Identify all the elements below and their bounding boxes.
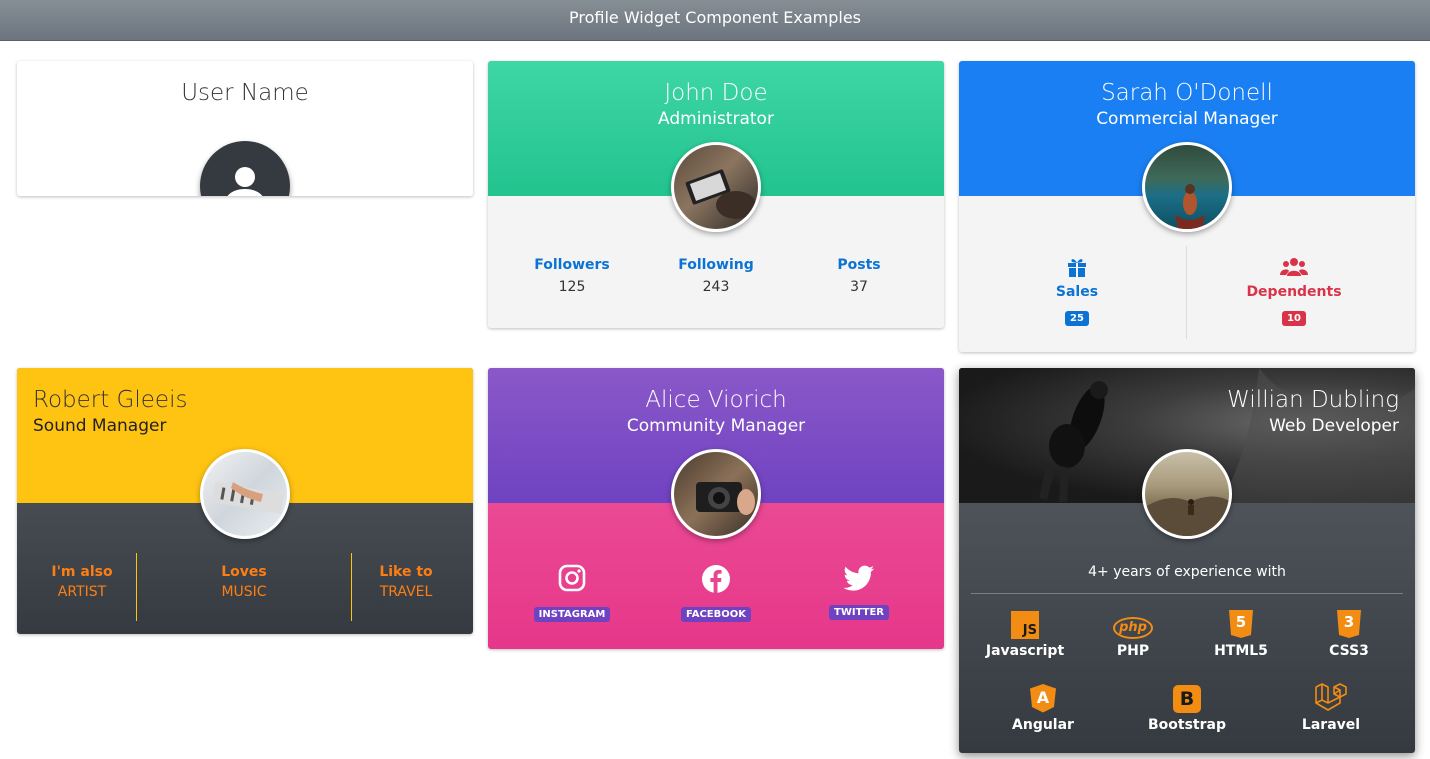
- twitter-badge: TWITTER: [829, 605, 889, 620]
- profile-name: Alice Viorich: [645, 387, 787, 413]
- avatar: [671, 449, 761, 539]
- facebook-badge: FACEBOOK: [681, 607, 751, 622]
- profile-role: Administrator: [658, 109, 774, 129]
- tech-angular: A Angular: [989, 679, 1097, 733]
- stat-sales[interactable]: Sales 25: [1017, 257, 1137, 326]
- info-top: I'm also: [51, 564, 113, 580]
- info-item-artist: I'm also ARTIST: [22, 564, 142, 600]
- sales-badge: 25: [1065, 311, 1089, 326]
- twitter-icon: [843, 565, 874, 591]
- profile-card-user: User Name: [17, 61, 473, 196]
- stat-value: 243: [702, 279, 730, 295]
- tech-laravel: Laravel: [1277, 679, 1385, 733]
- bootstrap-icon: B: [1173, 685, 1201, 713]
- javascript-icon: JS: [1011, 611, 1039, 639]
- profile-card-robert: Robert Gleeis Sound Manager I'm also ART…: [17, 368, 473, 634]
- css3-logo-text: 3: [1343, 613, 1355, 631]
- html5-icon: 5: [1228, 609, 1254, 639]
- profile-name: John Doe: [664, 80, 768, 106]
- stat-following[interactable]: Following 243: [656, 257, 776, 295]
- profile-name: User Name: [181, 80, 309, 106]
- tech-css3: 3 CSS3: [1295, 605, 1403, 659]
- facebook-icon: [702, 565, 730, 593]
- page-title: Profile Widget Component Examples: [0, 0, 1430, 41]
- stat-value: 125: [558, 279, 586, 295]
- stat-label: Posts: [837, 257, 881, 273]
- info-top: Loves: [221, 564, 267, 580]
- php-logo-text: php: [1119, 620, 1147, 635]
- tech-label: HTML5: [1214, 643, 1268, 659]
- tech-html5: 5 HTML5: [1187, 605, 1295, 659]
- profile-role: Commercial Manager: [1096, 109, 1278, 129]
- tech-bootstrap: B Bootstrap: [1133, 679, 1241, 733]
- social-twitter[interactable]: TWITTER: [799, 564, 919, 620]
- tech-label: Bootstrap: [1148, 717, 1226, 733]
- html5-logo-text: 5: [1235, 613, 1247, 631]
- info-bottom: MUSIC: [221, 584, 267, 600]
- profile-name: Sarah O'Donell: [1101, 80, 1273, 106]
- users-icon: [1280, 258, 1308, 276]
- avatar: [200, 449, 290, 539]
- stat-dependents[interactable]: Dependents 10: [1234, 257, 1354, 326]
- profile-card-sarah: Sarah O'Donell Commercial Manager Sales …: [959, 61, 1415, 352]
- profile-role: Sound Manager: [33, 416, 167, 436]
- profile-role: Web Developer: [1269, 416, 1399, 436]
- php-icon: php: [1113, 617, 1153, 639]
- user-icon: [227, 167, 263, 196]
- laravel-icon: [1315, 683, 1347, 711]
- tech-label: Angular: [1012, 717, 1074, 733]
- css3-icon: 3: [1336, 609, 1362, 639]
- profile-role: Community Manager: [626, 416, 806, 436]
- tech-javascript: JS Javascript: [971, 605, 1079, 659]
- stat-value: 37: [850, 279, 868, 295]
- avatar: [200, 141, 290, 196]
- profile-card-willian: Willian Dubling Web Developer 4+ years o…: [959, 368, 1415, 753]
- social-facebook[interactable]: FACEBOOK: [656, 564, 776, 622]
- profile-card-alice: Alice Viorich Community Manager INSTAGRA…: [488, 368, 944, 649]
- stat-label: Sales: [1055, 284, 1099, 300]
- avatar: [1142, 142, 1232, 232]
- info-bottom: TRAVEL: [379, 584, 433, 600]
- profile-name: Willian Dubling: [1227, 387, 1399, 413]
- profile-card-john: John Doe Administrator Followers 125 Fol…: [488, 61, 944, 328]
- experience-text: 4+ years of experience with: [1088, 564, 1286, 580]
- stat-followers[interactable]: Followers 125: [512, 257, 632, 295]
- angular-icon: A: [1029, 683, 1057, 713]
- instagram-icon: [558, 564, 586, 592]
- stat-label: Following: [678, 257, 754, 273]
- tech-php: php PHP: [1079, 605, 1187, 659]
- tech-label: Javascript: [985, 643, 1065, 659]
- info-bottom: ARTIST: [57, 584, 107, 600]
- avatar: [671, 142, 761, 232]
- stat-label: Dependents: [1246, 284, 1342, 300]
- tech-label: Laravel: [1301, 717, 1361, 733]
- social-instagram[interactable]: INSTAGRAM: [512, 564, 632, 622]
- angular-logo-text: A: [1036, 688, 1050, 707]
- instagram-badge: INSTAGRAM: [533, 607, 611, 622]
- profile-name: Robert Gleeis: [33, 387, 188, 413]
- info-item-travel: Like to TRAVEL: [346, 564, 466, 600]
- dependents-badge: 10: [1282, 311, 1306, 326]
- tech-label: PHP: [1116, 643, 1150, 659]
- stat-posts[interactable]: Posts 37: [799, 257, 919, 295]
- divider: [971, 593, 1403, 594]
- gift-icon: [1068, 259, 1086, 277]
- tech-label: CSS3: [1329, 643, 1369, 659]
- avatar: [1142, 449, 1232, 539]
- info-top: Like to: [379, 564, 433, 580]
- info-item-music: Loves MUSIC: [184, 564, 304, 600]
- stat-label: Followers: [534, 257, 610, 273]
